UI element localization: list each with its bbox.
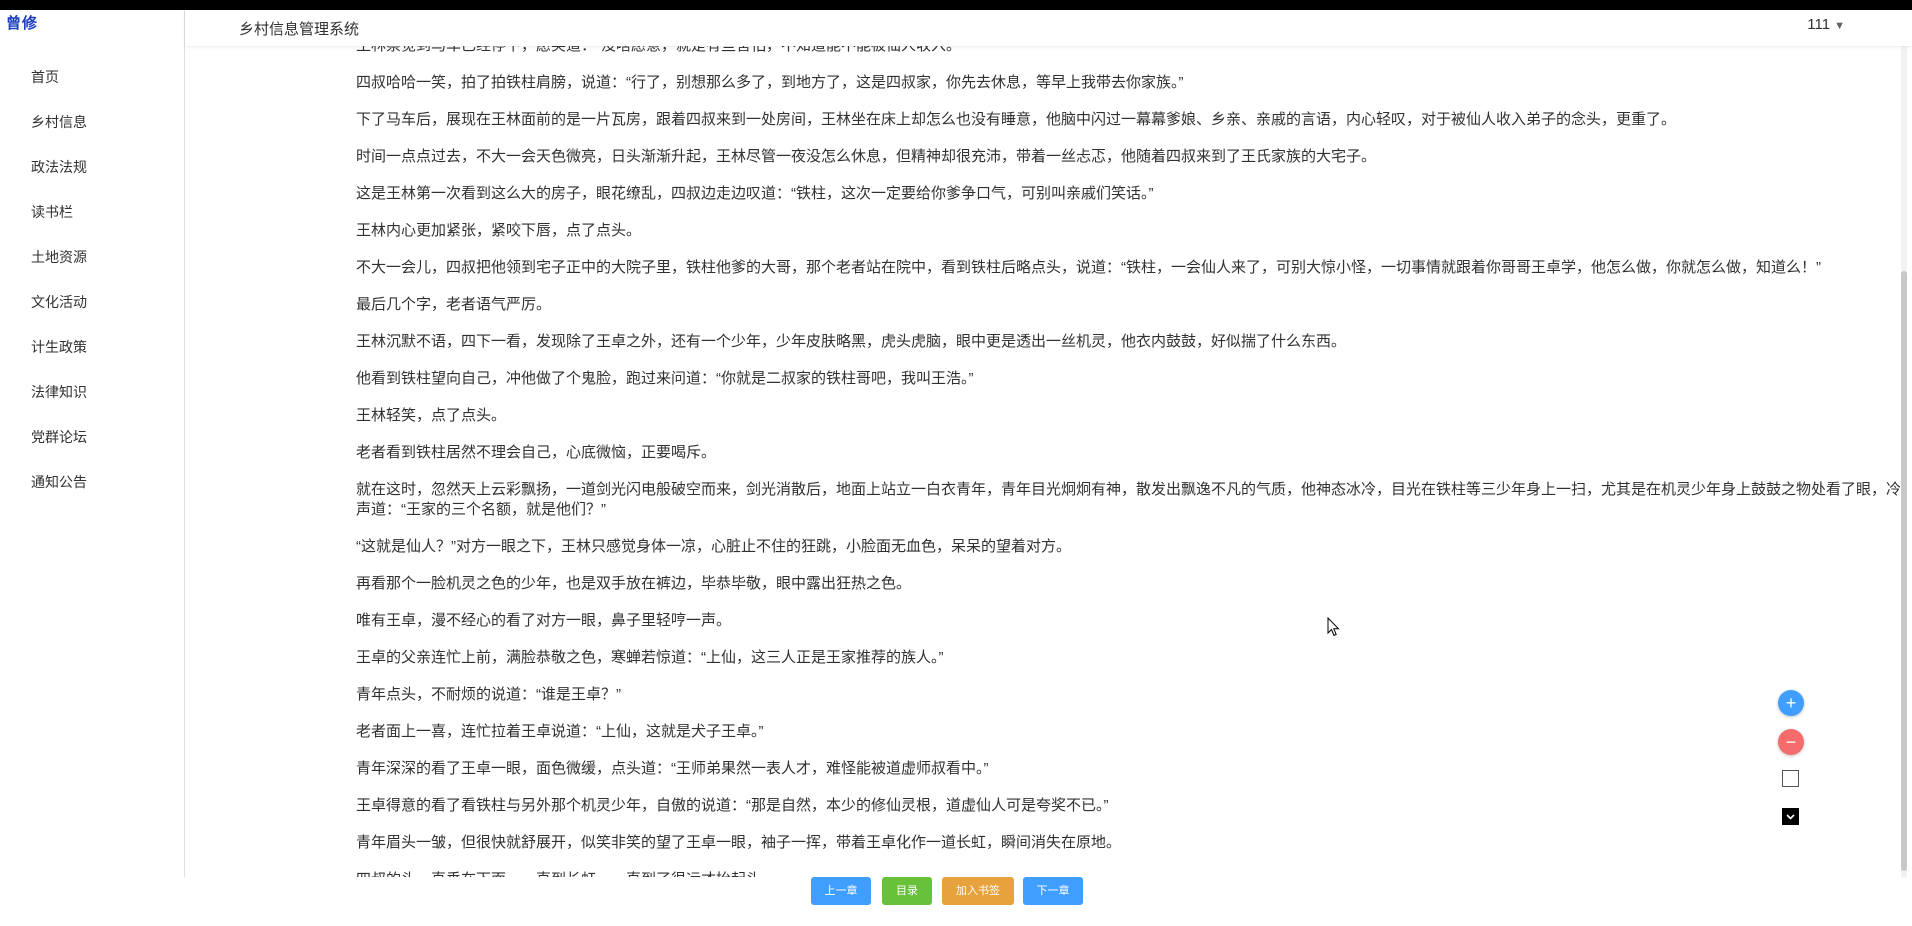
caret-down-icon: ▼ [1834,20,1845,32]
paragraph: 老者看到铁柱居然不理会自己，心底微恼，正要喝斥。 [356,444,717,461]
paragraph: 青年眉头一皱，但很快就舒展开，似笑非笑的望了王卓一眼，袖子一挥，带着王卓化作一道… [356,834,1122,851]
window-top-bar [0,0,1912,10]
light-theme-button[interactable] [1782,770,1799,787]
system-title: 乡村信息管理系统 [239,21,360,38]
dark-theme-button[interactable] [1782,808,1799,825]
sidebar-item-forum[interactable]: 党群论坛 [0,415,184,460]
paragraph: 下了马车后，展现在王林面前的是一片瓦房，跟着四叔来到一处房间，王林坐在床上却怎么… [356,111,1677,128]
paragraph: 王卓的父亲连忙上前，满脸恭敬之色，寒蝉若惊道：“上仙，这三人正是王家推荐的族人。… [356,649,944,666]
toc-button[interactable]: 目录 [882,877,932,905]
paragraph: 王林察觉到马车已经停下，愿笑道：“没啥愿意，就是有些害怕，不知道能不能被仙人收入… [356,46,1906,56]
paragraph: 唯有王卓，漫不经心的看了对方一眼，鼻子里轻哼一声。 [356,612,732,629]
paragraph: “这就是仙人？”对方一眼之下，王林只感觉身体一凉，心脏止不住的狂跳，小脸面无血色… [356,538,1071,555]
paragraph: 这是王林第一次看到这么大的房子，眼花缭乱，四叔边走边叹道：“铁柱，这次一定要给你… [356,185,1154,202]
top-header: 乡村信息管理系统 111 ▼ [185,10,1912,46]
sidebar-item-reading[interactable]: 读书栏 [0,190,184,235]
paragraph: 王林内心更加紧张，紧咬下唇，点了点头。 [356,222,642,239]
paragraph: 最后几个字，老者语气严厉。 [356,296,552,313]
mouse-cursor-icon [1327,617,1340,637]
sidebar-item-notices[interactable]: 通知公告 [0,460,184,505]
prev-chapter-button[interactable]: 上一章 [811,877,871,905]
user-name: 111 [1807,16,1831,33]
paragraph: 他看到铁柱望向自己，冲他做了个鬼脸，跑过来问道：“你就是二叔家的铁柱哥吧，我叫王… [356,370,974,387]
sidebar-item-village-info[interactable]: 乡村信息 [0,100,184,145]
paragraph: 老者面上一喜，连忙拉着王卓说道：“上仙，这就是犬子王卓。” [356,723,764,740]
paragraph: 不大一会儿，四叔把他领到宅子正中的大院子里，铁柱他爹的大哥，那个老者站在院中，看… [356,259,1822,276]
sidebar-item-home[interactable]: 首页 [0,55,184,100]
chevron-down-icon [1786,814,1795,820]
paragraph: 四叔哈哈一笑，拍了拍铁柱肩膀，说道：“行了，别想那么多了，到地方了，这是四叔家，… [356,74,1184,91]
paragraph: 青年点头，不耐烦的说道：“谁是王卓？” [356,686,621,703]
sidebar-item-policies[interactable]: 政法法规 [0,145,184,190]
add-bookmark-button[interactable]: 加入书签 [942,877,1014,905]
paragraph: 青年深深的看了王卓一眼，面色微缓，点头道：“王师弟果然一表人才，难怪能被道虚师叔… [356,760,989,777]
sidebar-item-legal[interactable]: 法律知识 [0,370,184,415]
zoom-out-button[interactable]: − [1778,729,1804,755]
sidebar: 曾修 首页 乡村信息 政法法规 读书栏 土地资源 文化活动 计生政策 法律知识 … [0,10,185,926]
scrollbar-thumb[interactable] [1901,271,1907,871]
next-chapter-button[interactable]: 下一章 [1023,877,1083,905]
zoom-in-button[interactable]: + [1778,690,1804,716]
sidebar-menu: 首页 乡村信息 政法法规 读书栏 土地资源 文化活动 计生政策 法律知识 党群论… [0,55,184,505]
paragraph: 时间一点点过去，不大一会天色微亮，日头渐渐升起，王林尽管一夜没怎么休息，但精神却… [356,148,1377,165]
sidebar-item-family-planning[interactable]: 计生政策 [0,325,184,370]
paragraph: 王林沉默不语，四下一看，发现除了王卓之外，还有一个少年，少年皮肤略黑，虎头虎脑，… [356,333,1347,350]
user-dropdown[interactable]: 111 ▼ [1807,16,1845,33]
chapter-text: 王林察觉到马车已经停下，愿笑道：“没啥愿意，就是有些害怕，不知道能不能被仙人收入… [356,46,1906,907]
paragraph: 王卓得意的看了看铁柱与另外那个机灵少年，自傲的说道：“那是自然，本少的修仙灵根，… [356,797,1109,814]
reader-content[interactable]: 王林察觉到马车已经停下，愿笑道：“没啥愿意，就是有些害怕，不知道能不能被仙人收入… [185,46,1912,926]
paragraph: 再看那个一脸机灵之色的少年，也是双手放在裤边，毕恭毕敬，眼中露出狂热之色。 [356,575,912,592]
paragraph: 就在这时，忽然天上云彩飘扬，一道剑光闪电般破空而来，剑光消散后，地面上站立一白衣… [356,481,1902,518]
paragraph: 王林轻笑，点了点头。 [356,407,507,424]
app-logo: 曾修 [6,15,39,32]
sidebar-item-culture[interactable]: 文化活动 [0,280,184,325]
sidebar-item-land[interactable]: 土地资源 [0,235,184,280]
